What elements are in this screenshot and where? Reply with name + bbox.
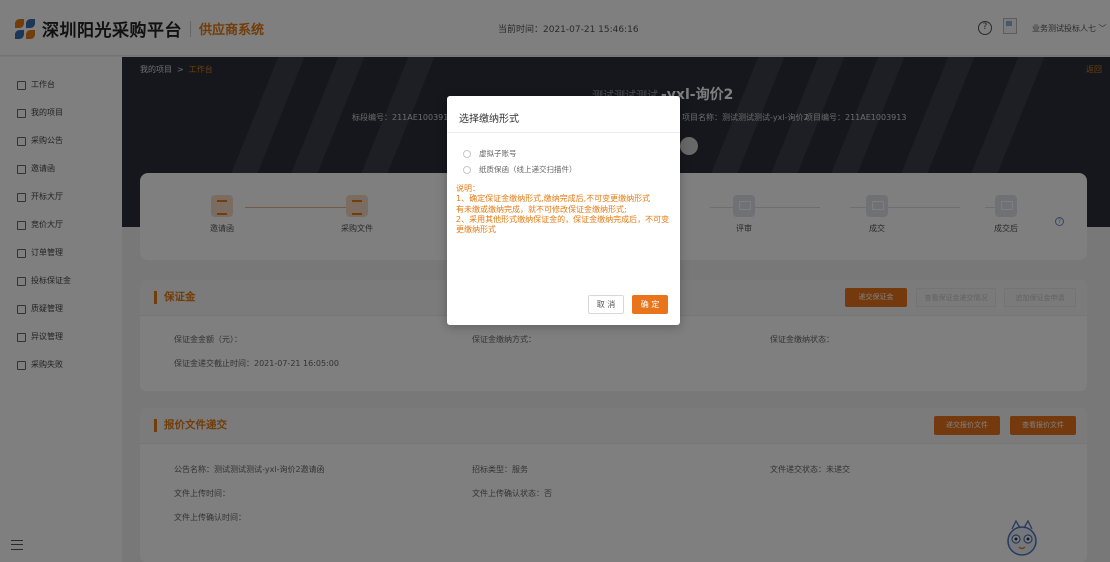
confirm-button[interactable]: 确 定 [632, 295, 668, 314]
radio-circle-icon [463, 165, 471, 174]
radio-label: 虚拟子账号 [479, 149, 517, 158]
notes-line: 有未缴或缴纳完成，就不可修改保证金缴纳形式; [456, 204, 627, 214]
radio-paper-guarantee[interactable]: 纸质保函（线上递交扫描件） [463, 164, 577, 175]
payment-method-dialog: 选择缴纳形式 虚拟子账号 纸质保函（线上递交扫描件） 说明： 1、确定保证金缴纳… [447, 96, 680, 325]
radio-circle-icon [463, 149, 471, 158]
notes-line: 1、确定保证金缴纳形式,缴纳完成后,不可变更缴纳形式 [456, 194, 651, 204]
radio-label: 纸质保函（线上递交扫描件） [479, 165, 577, 174]
dialog-divider [447, 132, 680, 133]
dialog-title: 选择缴纳形式 [459, 114, 519, 125]
cancel-button[interactable]: 取 消 [588, 295, 624, 314]
notes-heading: 说明： [456, 184, 480, 193]
dialog-notes: 说明： 1、确定保证金缴纳形式,缴纳完成后,不可变更缴纳形式 有未缴或缴纳完成，… [456, 184, 670, 235]
radio-virtual-account[interactable]: 虚拟子账号 [463, 148, 517, 159]
notes-line: 2、采用其他形式缴纳保证金的，保证金缴纳完成后，不可变更缴纳形式 [456, 214, 670, 235]
